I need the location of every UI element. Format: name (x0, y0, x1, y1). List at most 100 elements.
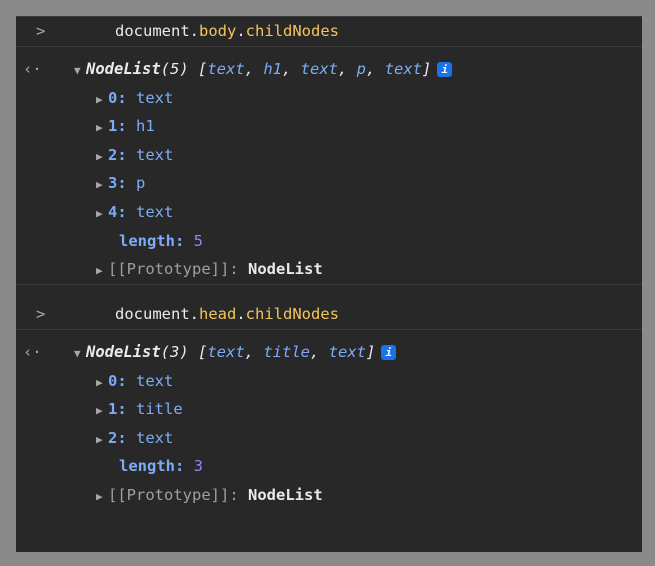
cmd-object: document (115, 22, 190, 40)
prototype-property[interactable]: ▶ [[Prototype]]: NodeList (96, 259, 323, 281)
item-index: 0 (108, 88, 118, 107)
item-value: text (136, 145, 174, 164)
return-icon: ‹· (23, 60, 42, 78)
nodelist-item[interactable]: ▶ 2: text (96, 428, 173, 450)
item-colon: : (117, 400, 137, 419)
nodelist-preview: [text, h1, text, p, text] (188, 60, 432, 78)
nodelist-type: NodeList (86, 60, 161, 78)
cmd-property: head (199, 305, 237, 323)
nodelist-item[interactable]: ▶ 0: text (96, 371, 173, 393)
prompt-icon: > (36, 22, 46, 40)
prototype-colon: : (229, 260, 248, 279)
expand-toggle-icon[interactable]: ▶ (96, 147, 108, 167)
expand-toggle-icon[interactable]: ▶ (96, 373, 108, 393)
preview-item: text (207, 343, 245, 361)
nodelist-item[interactable]: ▶ 1: title (96, 399, 183, 421)
nodelist-preview: [text, title, text] (188, 343, 376, 361)
item-colon: : (117, 203, 137, 221)
item-value: text (136, 371, 174, 390)
separator (16, 284, 642, 286)
item-colon: : (117, 88, 137, 107)
nodelist-item-row[interactable]: ▶ 3: p (16, 173, 642, 193)
info-icon[interactable]: i (437, 62, 453, 77)
expand-toggle-icon[interactable]: ▶ (96, 430, 108, 450)
nodelist-count: (5) (160, 60, 189, 78)
item-value: text (136, 203, 174, 221)
nodelist-item-row[interactable]: ▶ 0: text (16, 371, 642, 391)
prototype-property[interactable]: ▶ [[Prototype]]: NodeList (96, 485, 323, 507)
item-index: 0 (108, 371, 118, 390)
expand-toggle-icon[interactable]: ▼ (74, 61, 86, 81)
preview-item: title (263, 343, 310, 361)
nodelist-item-row[interactable]: ▶ 1: title (16, 399, 642, 419)
nodelist-item[interactable]: ▶ 1: h1 (96, 116, 155, 138)
item-colon: : (117, 145, 137, 164)
preview-item: text (300, 60, 338, 78)
length-value: 3 (193, 457, 204, 476)
item-value: text (136, 88, 174, 107)
nodelist-item[interactable]: ▶ 0: text (96, 88, 173, 110)
console-input-line: > document.head.childNodes (16, 304, 642, 324)
item-index: 4 (108, 203, 118, 221)
prototype-label: [[Prototype]] (108, 486, 230, 504)
item-value: p (136, 174, 146, 193)
nodelist-item-row[interactable]: ▶ 4: text (16, 202, 642, 222)
prototype-value: NodeList (248, 486, 323, 504)
item-colon: : (117, 371, 137, 390)
length-row: length: 3 (16, 456, 642, 476)
nodelist-item-row[interactable]: ▶ 2: text (16, 428, 642, 448)
expand-toggle-icon[interactable]: ▶ (96, 175, 108, 195)
nodelist-item[interactable]: ▶ 4: text (96, 202, 173, 224)
separator (16, 329, 642, 330)
nodelist-header[interactable]: ▼ NodeList(3) [text, title, text] i (74, 342, 397, 364)
info-icon[interactable]: i (381, 345, 397, 360)
cmd-member: childNodes (245, 22, 339, 40)
preview-item: h1 (263, 60, 282, 78)
item-colon: : (117, 428, 137, 447)
cmd-property: body (199, 22, 237, 40)
result-header-line: ‹· ▼ NodeList(5) [text, h1, text, p, text]… (16, 59, 642, 79)
cmd-object: document (115, 305, 190, 323)
length-property: length: 5 (119, 231, 203, 251)
expand-toggle-icon[interactable]: ▶ (96, 118, 108, 138)
expand-toggle-icon[interactable]: ▶ (96, 487, 108, 507)
preview-item: text (328, 343, 366, 361)
preview-item: text (207, 60, 245, 78)
item-index: 1 (108, 117, 118, 136)
prototype-row[interactable]: ▶ [[Prototype]]: NodeList (16, 259, 642, 279)
length-row: length: 5 (16, 231, 642, 251)
length-label: length (119, 231, 175, 250)
expand-toggle-icon[interactable]: ▶ (96, 90, 108, 110)
item-index: 2 (108, 428, 118, 447)
nodelist-item[interactable]: ▶ 2: text (96, 145, 173, 167)
preview-item: text (384, 60, 423, 78)
console-command[interactable]: document.body.childNodes (115, 21, 339, 41)
prompt-icon: > (36, 305, 46, 323)
preview-item: p (356, 60, 367, 78)
nodelist-item-row[interactable]: ▶ 2: text (16, 145, 642, 165)
item-colon: : (117, 174, 137, 193)
prototype-row[interactable]: ▶ [[Prototype]]: NodeList (16, 485, 642, 505)
expand-toggle-icon[interactable]: ▼ (74, 344, 86, 364)
nodelist-item[interactable]: ▶ 3: p (96, 173, 145, 195)
prototype-label: [[Prototype]] (108, 260, 230, 279)
length-label: length (119, 457, 175, 476)
nodelist-type: NodeList (86, 343, 161, 361)
nodelist-header[interactable]: ▼ NodeList(5) [text, h1, text, p, text] i (74, 59, 453, 81)
length-property: length: 3 (119, 456, 203, 476)
console-command[interactable]: document.head.childNodes (115, 304, 339, 324)
nodelist-item-row[interactable]: ▶ 1: h1 (16, 116, 642, 136)
item-value: text (136, 428, 174, 447)
expand-toggle-icon[interactable]: ▶ (96, 401, 108, 421)
length-value: 5 (193, 231, 204, 250)
expand-toggle-icon[interactable]: ▶ (96, 204, 108, 224)
nodelist-item-row[interactable]: ▶ 0: text (16, 88, 642, 108)
result-header-line: ‹· ▼ NodeList(3) [text, title, text] i (16, 342, 642, 362)
nodelist-count: (3) (160, 343, 189, 361)
item-value: title (136, 400, 183, 419)
prototype-value: NodeList (248, 260, 323, 279)
item-index: 2 (108, 145, 118, 164)
return-icon: ‹· (23, 343, 42, 361)
separator (16, 46, 642, 47)
expand-toggle-icon[interactable]: ▶ (96, 261, 108, 281)
